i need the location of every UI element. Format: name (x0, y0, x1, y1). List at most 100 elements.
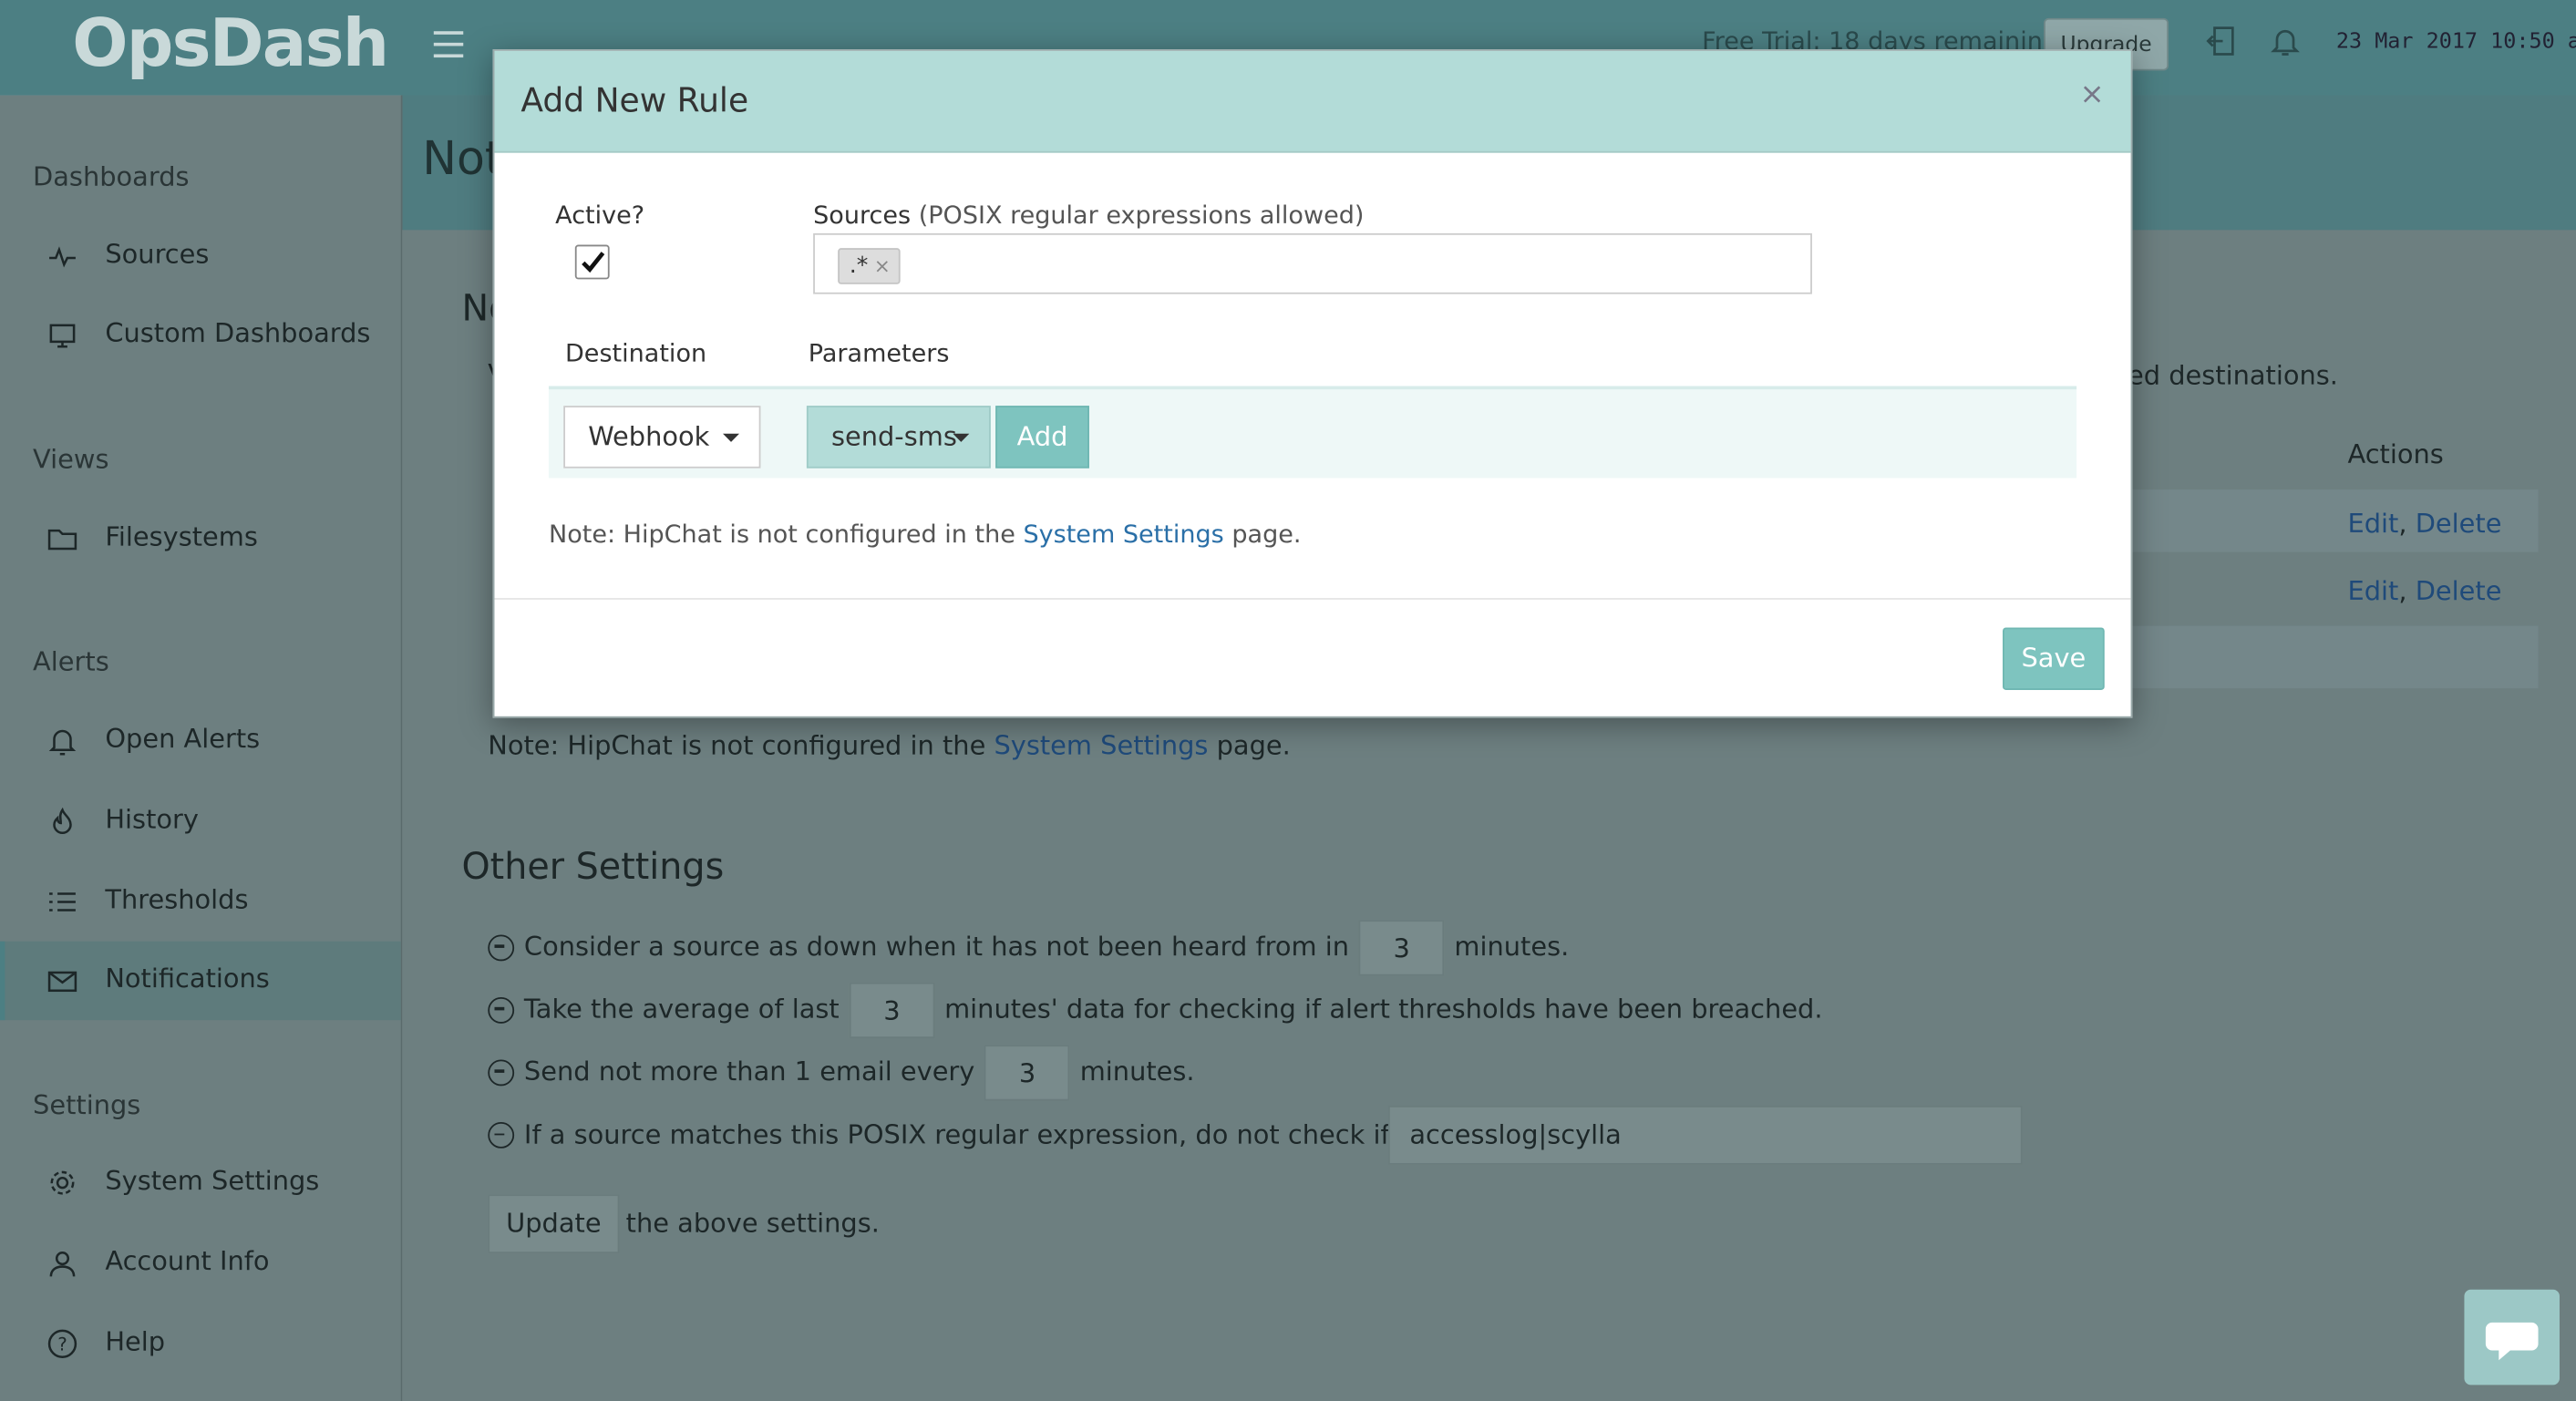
system-settings-link[interactable]: System Settings (994, 729, 1208, 760)
bell-icon (46, 725, 78, 757)
hamburger-menu-icon[interactable] (433, 23, 464, 62)
edit-link[interactable]: Edit (2347, 508, 2398, 539)
gear-icon (46, 1167, 78, 1200)
help-icon: ? (46, 1327, 78, 1360)
chevron-down-icon (953, 433, 970, 442)
save-button[interactable]: Save (2003, 627, 2105, 690)
table-row (2124, 625, 2539, 689)
arrow-circle-icon (488, 1058, 515, 1086)
delete-link[interactable]: Delete (2416, 575, 2502, 606)
note-text: Note: HipChat is not configured in the (488, 729, 994, 761)
tag-remove-icon[interactable]: × (874, 250, 891, 283)
sidebar-item-label: Notifications (105, 963, 270, 994)
modal-hipchat-note: Note: HipChat is not configured in the S… (549, 520, 1302, 549)
destination-select[interactable]: Webhook (563, 406, 761, 469)
down-minutes-input[interactable]: 3 (1358, 920, 1445, 976)
arrow-circle-icon (488, 1121, 515, 1149)
sources-tag-input[interactable]: .* × (813, 232, 1812, 294)
chat-bubble-icon (2485, 1322, 2539, 1361)
sidebar-item-label: Account Info (105, 1245, 270, 1277)
sidebar: Dashboards Sources Custom Dashboards Vie… (0, 95, 403, 1401)
sidebar-item-account-info[interactable]: Account Info (0, 1224, 401, 1303)
sidebar-section-alerts: Alerts (33, 645, 109, 677)
envelope-icon (46, 964, 78, 997)
setting-text: Consider a source as down when it has no… (523, 931, 1350, 963)
sidebar-item-label: Help (105, 1325, 166, 1357)
checkmark-icon (582, 252, 605, 273)
modal-header: Add New Rule × (494, 50, 2131, 153)
sidebar-section-dashboards: Dashboards (33, 160, 190, 192)
average-minutes-input[interactable]: 3 (849, 982, 935, 1039)
modal-divider (494, 598, 2131, 600)
update-suffix: the above settings. (625, 1207, 880, 1239)
sidebar-item-system-settings[interactable]: System Settings (0, 1143, 401, 1222)
logout-icon[interactable] (2205, 23, 2241, 59)
note-text: page. (1208, 729, 1291, 761)
delete-link[interactable]: Delete (2416, 508, 2502, 539)
user-icon (46, 1247, 78, 1280)
sidebar-item-custom-dashboards[interactable]: Custom Dashboards (0, 295, 401, 375)
active-label: Active? (555, 200, 645, 231)
active-checkbox[interactable] (574, 244, 610, 280)
setting-text: minutes. (1079, 1055, 1195, 1087)
list-icon (46, 885, 78, 918)
page-title: Not (422, 131, 503, 186)
source-tag-label: .* (849, 252, 869, 280)
setting-text: minutes. (1454, 931, 1570, 963)
destination-value: Webhook (588, 420, 710, 452)
edit-link[interactable]: Edit (2347, 575, 2398, 606)
sidebar-item-label: Filesystems (105, 520, 258, 552)
separator: , (2398, 574, 2407, 607)
sources-label: Sources (POSIX regular expressions allow… (813, 201, 1364, 230)
pulse-icon (46, 240, 78, 273)
hipchat-note: Note: HipChat is not configured in the S… (488, 729, 1291, 760)
sources-label-text: Sources (813, 200, 912, 231)
chat-widget-button[interactable] (2464, 1289, 2560, 1386)
sidebar-section-views: Views (33, 443, 109, 475)
ignore-regex-input[interactable]: accesslog|scylla (1387, 1105, 2023, 1165)
actions-column-header: Actions (2347, 438, 2444, 470)
chevron-down-icon (723, 433, 740, 442)
parameters-header: Parameters (808, 338, 950, 368)
close-icon[interactable]: × (2080, 77, 2105, 112)
app-logo[interactable]: OpsDash (72, 6, 389, 82)
update-button[interactable]: Update (488, 1194, 620, 1254)
monitor-icon (46, 319, 78, 352)
setting-text: If a source matches this POSIX regular e… (523, 1118, 1534, 1150)
arrow-circle-icon (488, 933, 515, 961)
separator: , (2398, 507, 2407, 540)
parameter-select[interactable]: send-sms (806, 406, 991, 469)
note-text: page. (1223, 519, 1302, 549)
sidebar-item-filesystems[interactable]: Filesystems (0, 500, 401, 579)
system-settings-link[interactable]: System Settings (1023, 520, 1223, 549)
sidebar-item-label: History (105, 803, 199, 835)
current-datetime: 23 Mar 2017 10:50 a (2335, 29, 2576, 55)
setting-text: minutes' data for checking if alert thre… (944, 993, 1823, 1025)
destination-header: Destination (564, 338, 707, 368)
destinations-text: ed destinations. (2127, 359, 2338, 391)
sidebar-item-sources[interactable]: Sources (0, 217, 401, 296)
add-rule-modal: Add New Rule × Active? Sources (POSIX re… (492, 49, 2133, 718)
sidebar-item-label: System Settings (105, 1164, 320, 1197)
sidebar-item-help[interactable]: ? Help (0, 1304, 401, 1384)
sidebar-item-history[interactable]: History (0, 782, 401, 861)
sidebar-item-open-alerts[interactable]: Open Alerts (0, 702, 401, 781)
setting-text: Send not more than 1 email every (523, 1055, 975, 1087)
setting-email-interval: Send not more than 1 email every 3 minutes… (488, 1045, 1195, 1101)
other-settings-heading: Other Settings (461, 847, 725, 890)
rule-row: Webhook send-sms Add (548, 386, 2077, 479)
sidebar-item-thresholds[interactable]: Thresholds (0, 862, 401, 942)
sidebar-item-notifications[interactable]: Notifications (0, 941, 401, 1021)
sidebar-item-label: Sources (105, 238, 210, 270)
source-tag: .* × (838, 248, 901, 284)
sidebar-section-settings: Settings (33, 1088, 141, 1121)
sidebar-item-label: Custom Dashboards (105, 316, 371, 349)
email-minutes-input[interactable]: 3 (984, 1045, 1070, 1101)
add-button[interactable]: Add (995, 406, 1089, 469)
notifications-bell-icon[interactable] (2267, 23, 2303, 59)
folder-icon (46, 522, 78, 555)
sidebar-item-label: Open Alerts (105, 723, 261, 755)
arrow-circle-icon (488, 996, 515, 1023)
parameter-value: send-sms (830, 420, 957, 452)
row-actions: Edit, Delete (2347, 508, 2501, 539)
